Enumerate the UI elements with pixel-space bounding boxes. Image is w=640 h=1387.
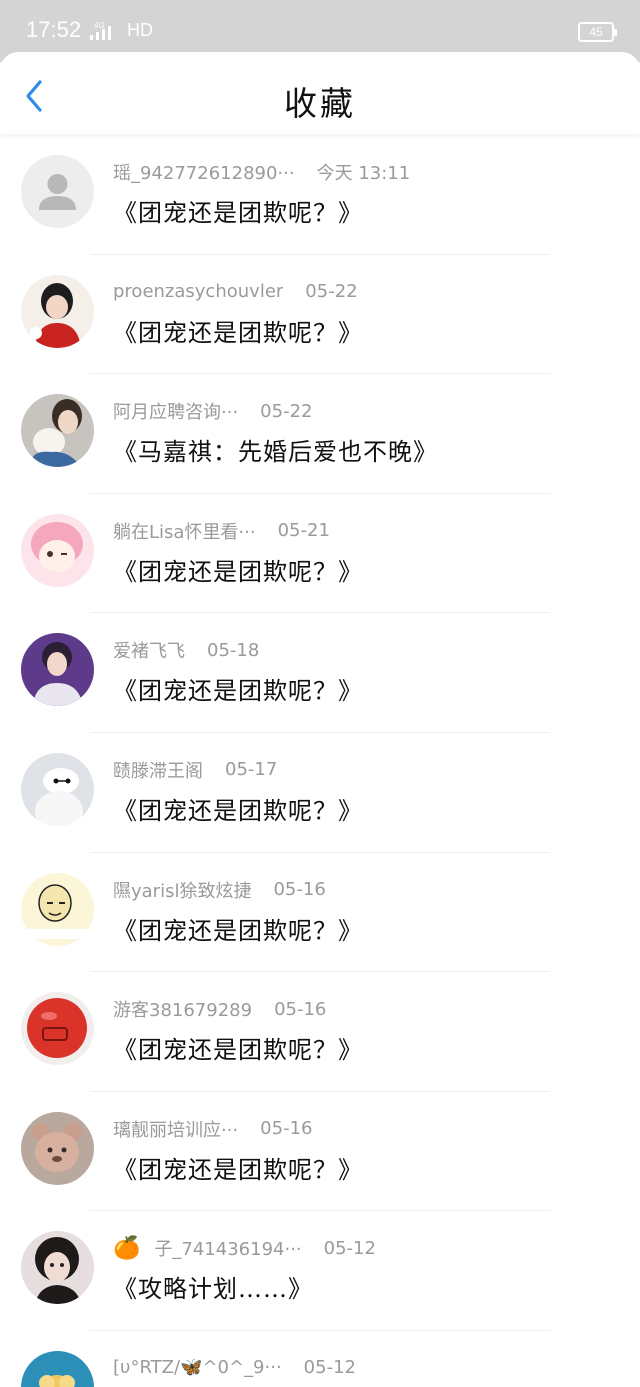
item-meta: proenzasychouvler 05-22 [113,279,358,305]
username[interactable]: 赜滕滞王阁 [113,757,203,783]
default-avatar-icon [21,155,94,228]
signal-icon: 4G [90,21,111,40]
avatar[interactable] [21,992,94,1066]
work-title[interactable]: 《团宠还是团欺呢？》 [113,313,363,348]
avatar[interactable] [21,394,94,468]
username[interactable]: [υ°RTZ/🦋^0^_9··· [113,1357,282,1378]
timestamp: 05-22 [260,400,313,422]
orange-emoji-icon: 🍊 [113,1235,141,1261]
username[interactable]: 阿月应聘咨询··· [113,398,238,424]
timestamp: 05-12 [323,1237,376,1259]
network-label: 4G [94,21,105,30]
red-ball-avatar-image [21,992,94,1066]
hd-label: HD [127,20,153,40]
timestamp: 05-22 [305,281,358,303]
work-title[interactable]: 《团宠还是团欺呢？》 [113,1150,363,1185]
girl-dark-avatar-image [21,1231,94,1305]
bear-avatar-image [21,1111,94,1185]
avatar[interactable] [21,872,94,946]
work-title[interactable]: 《团宠还是团欺呢？》 [113,911,363,946]
avatar[interactable] [21,1350,94,1387]
list-item[interactable]: 🍊 子_741436194··· 05-12 《攻略计划……》 [0,1211,640,1331]
item-meta: 🍊 子_741436194··· 05-12 [113,1235,376,1261]
item-meta: 游客381679289 05-16 [113,996,326,1022]
list-item[interactable]: 阿月应聘咨询··· 05-22 《马嘉祺：先婚后爱也不晚》 [0,374,640,494]
list-item[interactable]: 游客381679289 05-16 《团宠还是团欺呢？》 [0,972,640,1092]
item-meta: 爱褚飞飞 05-18 [113,637,259,663]
timestamp: 05-16 [273,879,326,901]
work-title[interactable]: 《团宠还是团欺呢？》 [113,1030,363,1065]
list-item[interactable]: 爱褚飞飞 05-18 《团宠还是团欺呢？》 [0,613,640,733]
work-title[interactable]: 《马嘉祺：先婚后爱也不晚》 [113,432,438,467]
pink-cartoon-avatar-image [21,513,94,587]
avatar[interactable] [21,155,94,228]
avatar[interactable] [21,633,94,707]
username[interactable]: 爱褚飞飞 [113,637,185,663]
singer-avatar-image [21,633,94,707]
timestamp: 05-16 [260,1118,313,1140]
username[interactable]: proenzasychouvler [113,281,283,302]
username[interactable]: 子_741436194··· [154,1235,301,1261]
item-meta: 阿月应聘咨询··· 05-22 [113,398,312,424]
timestamp: 05-12 [303,1357,356,1379]
list-item[interactable]: 赜滕滞王阁 05-17 《团宠还是团欺呢？》 [0,733,640,853]
timestamp: 05-18 [207,639,260,661]
username[interactable]: 瑶_942772612890··· [113,159,295,185]
list-item[interactable]: 瑶_942772612890··· 今天 13:11 《团宠还是团欺呢？》 [0,135,640,255]
meme-avatar-image [21,872,94,946]
timestamp: 05-17 [225,759,278,781]
item-meta: [υ°RTZ/🦋^0^_9··· 05-12 [113,1355,356,1381]
battery-level: 45 [589,25,603,39]
avatar[interactable] [21,752,94,826]
work-title[interactable]: 《攻略计划……》 [113,1269,313,1304]
nav-bar: 收藏 [0,52,640,134]
status-time: 17:52 [26,17,82,42]
username[interactable]: 璃靓丽培训应··· [113,1116,238,1142]
work-title[interactable]: 《团宠还是团欺呢？》 [113,552,363,587]
avatar[interactable] [21,1231,94,1305]
item-meta: 瑶_942772612890··· 今天 13:11 [113,159,410,185]
favorites-list: 瑶_942772612890··· 今天 13:11 《团宠还是团欺呢？》 pr… [0,135,640,1387]
username[interactable]: 隰yarisl狳致炫捷 [113,877,251,903]
work-title[interactable]: 《团宠还是团欺呢？》 [113,193,363,228]
list-item[interactable]: 隰yarisl狳致炫捷 05-16 《团宠还是团欺呢？》 [0,853,640,973]
battery-icon: 45 [578,22,617,42]
flower-avatar-image [21,1350,94,1387]
baymax-avatar-image [21,752,94,826]
list-item[interactable]: proenzasychouvler 05-22 《团宠还是团欺呢？》 [0,255,640,375]
item-meta: 隰yarisl狳致炫捷 05-16 [113,877,326,903]
work-title[interactable]: 《团宠还是团欺呢？》 [113,671,363,706]
list-item[interactable]: [υ°RTZ/🦋^0^_9··· 05-12 [0,1331,640,1387]
avatar[interactable] [21,513,94,587]
item-meta: 璃靓丽培训应··· 05-16 [113,1116,312,1142]
username[interactable]: 游客381679289 [113,996,252,1022]
boy-avatar-image [21,274,94,348]
page-title: 收藏 [284,84,356,123]
username[interactable]: 躺在Lisa怀里看··· [113,518,256,544]
list-item[interactable]: 璃靓丽培训应··· 05-16 《团宠还是团欺呢？》 [0,1092,640,1212]
timestamp: 05-21 [277,520,330,542]
item-meta: 躺在Lisa怀里看··· 05-21 [113,518,330,544]
work-title[interactable]: 《团宠还是团欺呢？》 [113,791,363,826]
timestamp: 05-16 [274,998,327,1020]
girl-cat-avatar-image [21,394,94,468]
avatar[interactable] [21,1111,94,1185]
list-item[interactable]: 躺在Lisa怀里看··· 05-21 《团宠还是团欺呢？》 [0,494,640,614]
avatar[interactable] [21,274,94,348]
timestamp: 今天 13:11 [316,163,411,184]
item-meta: 赜滕滞王阁 05-17 [113,757,277,783]
